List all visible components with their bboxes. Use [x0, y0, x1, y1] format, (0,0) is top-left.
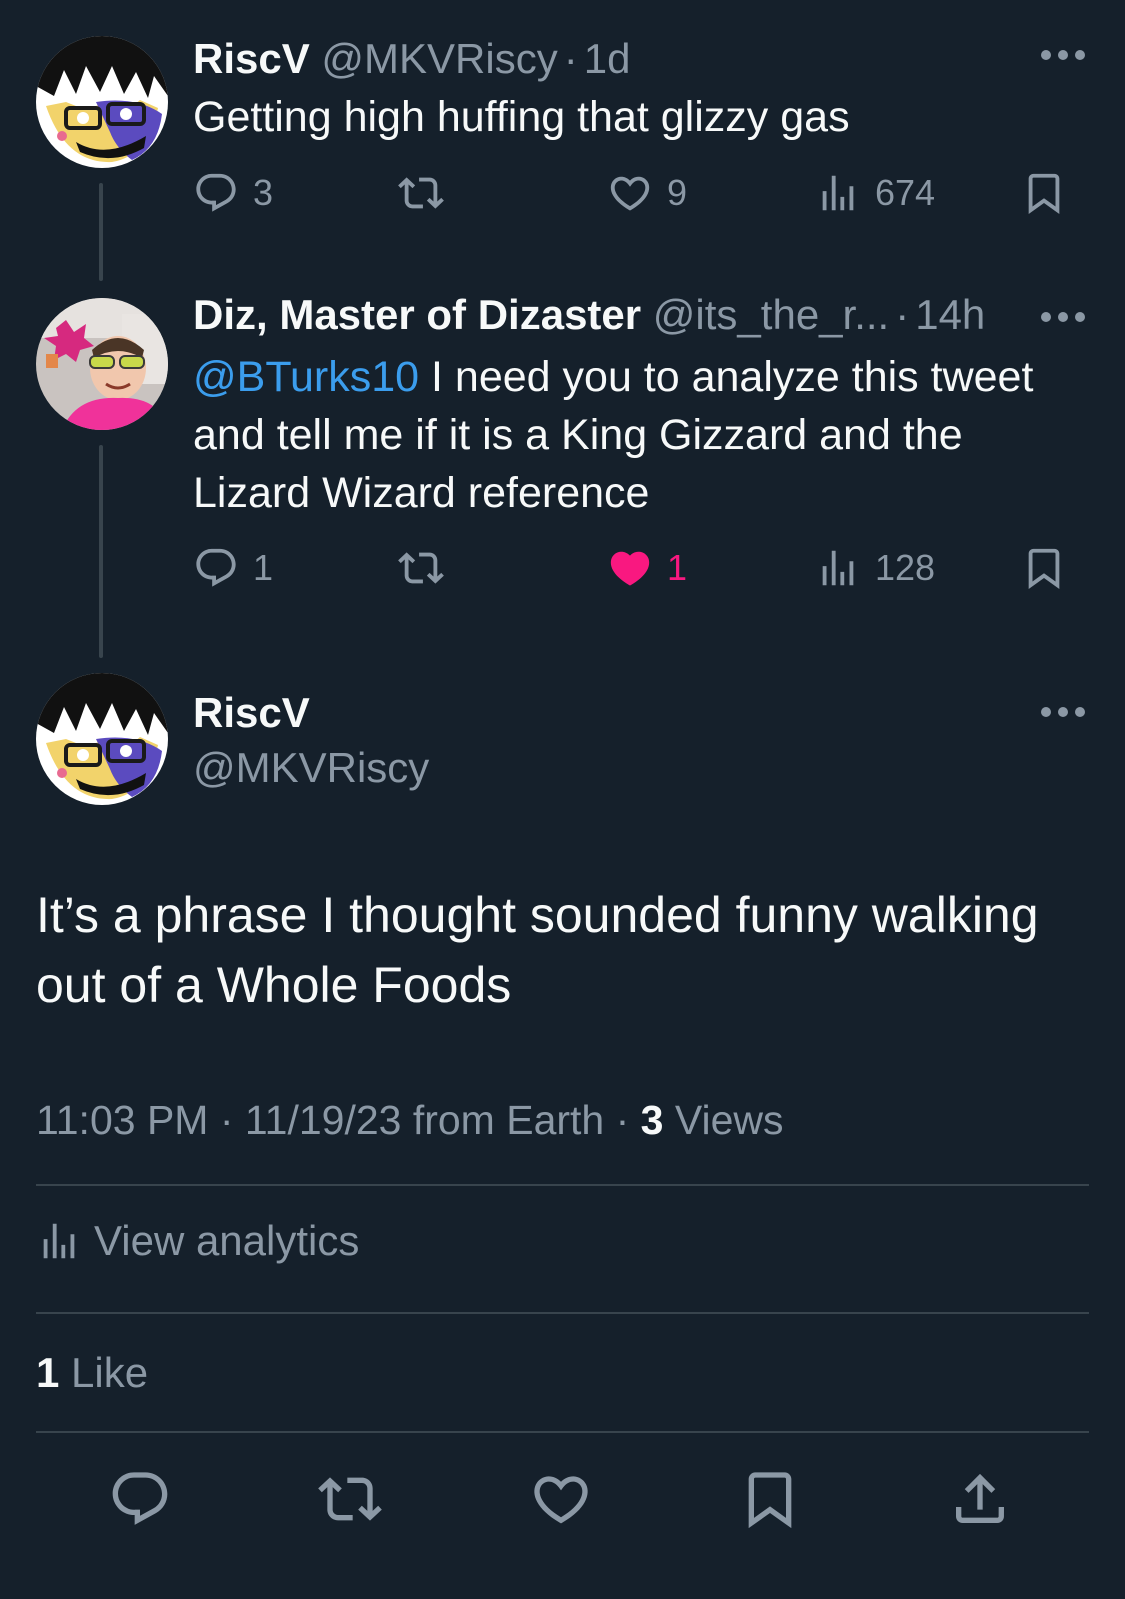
timestamp[interactable]: 1d: [584, 35, 631, 82]
bookmark-button[interactable]: [1021, 545, 1067, 591]
display-name[interactable]: Diz, Master of Dizaster: [193, 291, 641, 338]
like-count: 9: [667, 172, 688, 213]
bookmark-button[interactable]: [1021, 170, 1067, 216]
avatar-riscv[interactable]: [36, 673, 168, 805]
more-icon[interactable]: [1041, 705, 1085, 719]
tweet-text: Getting high huffing that glizzy gas: [193, 93, 850, 141]
like-count: 1: [667, 547, 688, 588]
user-handle[interactable]: @its_the_r...: [653, 291, 889, 338]
user-handle[interactable]: @MKVRiscy: [193, 743, 429, 793]
timestamp[interactable]: 14h: [915, 291, 985, 338]
separator-dot: ·: [895, 291, 910, 338]
like-button[interactable]: 9: [607, 170, 687, 216]
bookmark-icon: [1021, 170, 1067, 216]
like-icon: [607, 170, 653, 216]
main-tweet-text: It’s a phrase I thought sounded funny wa…: [36, 880, 1096, 1020]
like-icon: [607, 545, 653, 591]
bookmark-icon: [1021, 545, 1067, 591]
like-button[interactable]: 1: [607, 545, 687, 591]
retweet-button[interactable]: [318, 1467, 382, 1536]
more-icon[interactable]: [1041, 310, 1085, 324]
share-button[interactable]: [948, 1467, 1012, 1536]
retweet-button[interactable]: [398, 170, 444, 216]
retweet-button[interactable]: [398, 545, 444, 591]
tweet-header: Diz, Master of Dizaster @its_the_r... · 14…: [193, 290, 985, 340]
views-label: Views: [663, 1097, 784, 1143]
tweet-meta: 11:03 PM · 11/19/23 from Earth · 3 Views: [36, 1095, 784, 1145]
reply-count: 3: [253, 172, 274, 213]
like-icon: [529, 1467, 593, 1531]
divider: [36, 1184, 1089, 1186]
views-count: 3: [640, 1097, 664, 1143]
retweet-icon: [398, 170, 444, 216]
views-count: 128: [875, 547, 936, 588]
tweet-text-line: and tell me if it is a King Gizzard and …: [193, 411, 963, 459]
tweet-text-line: Lizard Wizard reference: [193, 469, 650, 517]
reply-count: 1: [253, 547, 274, 588]
reply-icon: [193, 545, 239, 591]
likes-summary[interactable]: 1 Like: [36, 1348, 148, 1398]
views-button[interactable]: 128: [815, 545, 935, 591]
analytics-icon: [36, 1218, 82, 1264]
more-icon[interactable]: [1041, 48, 1085, 62]
view-analytics-button[interactable]: View analytics: [36, 1216, 359, 1266]
bookmark-button[interactable]: [738, 1467, 802, 1536]
avatar-riscv[interactable]: [36, 36, 168, 168]
like-button[interactable]: [529, 1467, 593, 1536]
mention-link[interactable]: @BTurks10: [193, 353, 419, 401]
likes-label: Like: [59, 1349, 149, 1396]
view-analytics-label: View analytics: [94, 1217, 360, 1264]
separator-dot: ·: [208, 1097, 245, 1143]
divider: [36, 1431, 1089, 1433]
reply-button[interactable]: 3: [193, 170, 273, 216]
separator-dot: ·: [563, 35, 578, 82]
retweet-icon: [318, 1467, 382, 1531]
reply-button[interactable]: 1: [193, 545, 273, 591]
bookmark-icon: [738, 1467, 802, 1531]
avatar-diz[interactable]: [36, 298, 168, 430]
views-count: 674: [875, 172, 936, 213]
display-name[interactable]: RiscV: [193, 688, 310, 738]
tweet-text: @BTurks10 I need you to analyze this twe…: [193, 348, 1093, 522]
views-button[interactable]: 674: [815, 170, 935, 216]
share-icon: [948, 1467, 1012, 1531]
tweet-date-source: 11/19/23 from Earth: [244, 1097, 605, 1143]
reply-icon: [108, 1467, 172, 1531]
views-icon: [815, 545, 861, 591]
reply-icon: [193, 170, 239, 216]
divider: [36, 1312, 1089, 1314]
views-icon: [815, 170, 861, 216]
user-handle[interactable]: @MKVRiscy: [321, 35, 557, 82]
thread-connector: [99, 445, 103, 658]
tweet-text-line: It’s a phrase I thought sounded funny wa…: [36, 887, 1039, 943]
separator-dot: ·: [604, 1097, 641, 1143]
tweet-header: RiscV @MKVRiscy · 1d: [193, 34, 630, 84]
reply-button[interactable]: [108, 1467, 172, 1536]
tweet-text-line: out of a Whole Foods: [36, 957, 512, 1013]
tweet-time[interactable]: 11:03 PM: [36, 1097, 208, 1143]
tweet-text-line: I need you to analyze this tweet: [419, 353, 1034, 401]
retweet-icon: [398, 545, 444, 591]
likes-count: 1: [36, 1349, 60, 1396]
display-name[interactable]: RiscV: [193, 35, 310, 82]
thread-connector: [99, 183, 103, 281]
